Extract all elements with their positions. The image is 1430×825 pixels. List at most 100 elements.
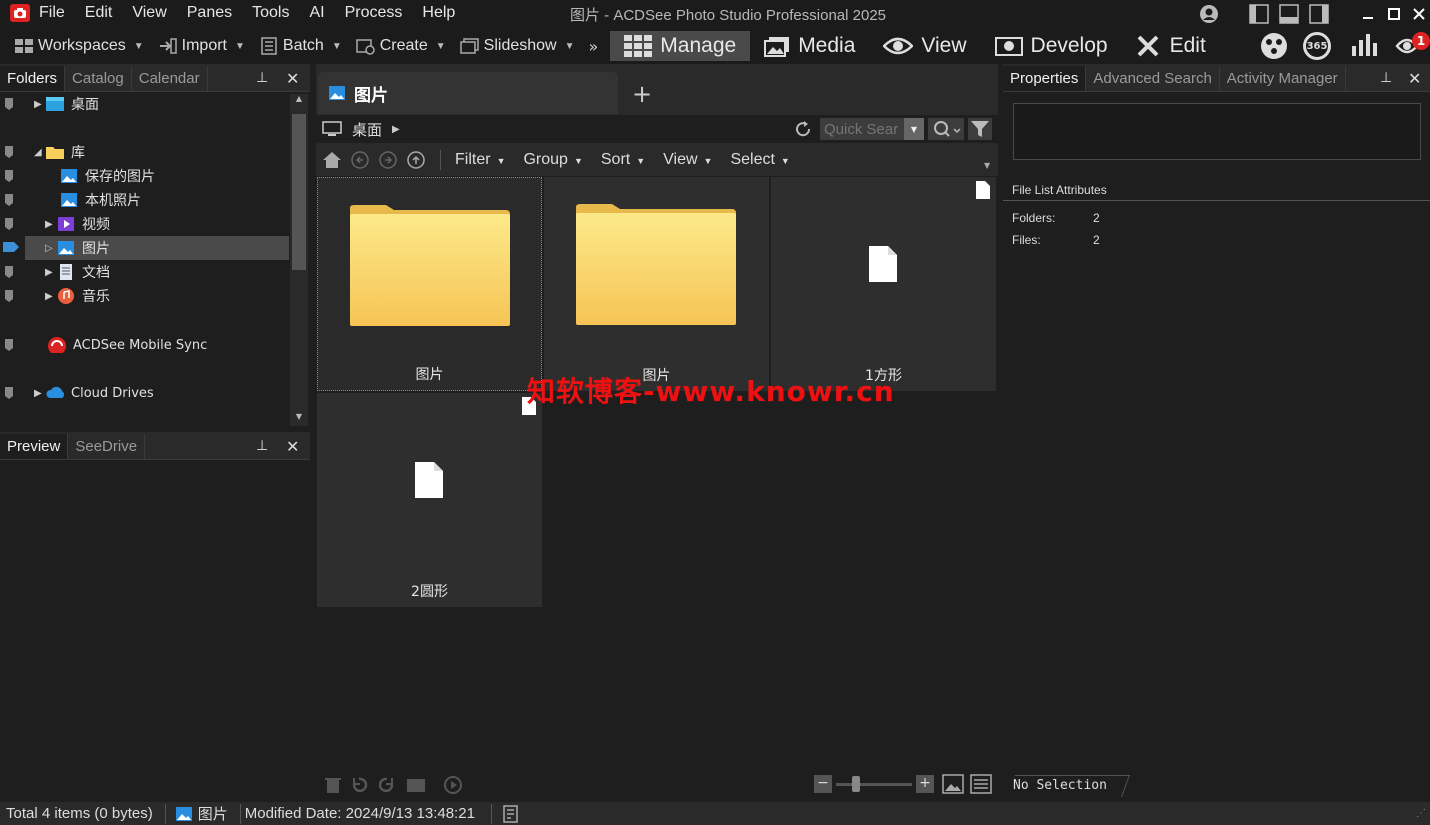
scrollbar-thumb[interactable] [292, 114, 306, 270]
no-selection-tab[interactable]: No Selection [1013, 778, 1107, 793]
menu-tools[interactable]: Tools [252, 4, 289, 22]
close-icon[interactable]: ✕ [1408, 69, 1421, 88]
zoom-slider-track[interactable] [836, 783, 912, 786]
tab-calendar[interactable]: Calendar [132, 66, 208, 91]
toolbar-overflow-icon[interactable]: ▼ [984, 161, 990, 170]
close-window-icon[interactable] [1409, 4, 1429, 24]
toolbar-overflow-icon[interactable]: » [589, 37, 599, 56]
app-logo-icon[interactable] [10, 4, 30, 22]
group-menu[interactable]: Group ▼ [523, 151, 582, 169]
pin-icon[interactable]: ⊥ [256, 70, 268, 86]
thumbnail-file[interactable]: 1方形 [771, 177, 996, 391]
expand-arrow-icon[interactable]: ▷ [45, 243, 57, 254]
mode-view[interactable]: View [869, 31, 980, 61]
tree-item-music[interactable]: ▶ 音乐 [0, 284, 290, 308]
delete-icon[interactable] [324, 776, 342, 794]
rotate-left-icon[interactable] [350, 776, 368, 794]
tree-item-mobile-sync[interactable]: ACDSee Mobile Sync [0, 333, 290, 357]
expand-arrow-icon[interactable]: ▶ [45, 291, 57, 302]
tab-advanced-search[interactable]: Advanced Search [1086, 66, 1220, 91]
layout-bottom-icon[interactable] [1279, 4, 1299, 24]
maximize-icon[interactable] [1384, 4, 1404, 24]
up-icon[interactable] [406, 150, 426, 170]
workspaces-button[interactable]: Workspaces ▼ [14, 37, 144, 55]
pin-icon[interactable]: ⊥ [1380, 70, 1392, 86]
create-button[interactable]: Create ▼ [355, 37, 446, 55]
layout-right-icon[interactable] [1309, 4, 1329, 24]
compare-icon[interactable] [406, 776, 426, 794]
zoom-in-button[interactable]: + [916, 775, 934, 793]
details-view-icon[interactable] [970, 774, 992, 794]
tab-properties[interactable]: Properties [1003, 66, 1087, 91]
search-button[interactable] [928, 118, 964, 140]
expand-arrow-icon[interactable]: ▶ [45, 267, 57, 278]
layout-left-icon[interactable] [1249, 4, 1269, 24]
notes-icon[interactable] [502, 804, 520, 823]
acdsee-365-icon[interactable]: 365 [1303, 32, 1331, 60]
collapse-arrow-icon[interactable]: ◢ [34, 147, 46, 158]
refresh-icon[interactable] [794, 120, 812, 138]
scroll-up-icon[interactable]: ▲ [290, 94, 308, 103]
tab-folders[interactable]: Folders [0, 66, 66, 91]
thumbnail-file[interactable]: 2圆形 [317, 393, 542, 607]
folders-scrollbar[interactable]: ▲ ▼ [290, 94, 308, 426]
home-icon[interactable] [322, 151, 342, 169]
zoom-out-button[interactable]: − [814, 775, 832, 793]
document-tab[interactable]: 图片 [318, 72, 618, 114]
add-tab-button[interactable]: + [632, 80, 652, 108]
scroll-down-icon[interactable]: ▼ [290, 412, 308, 421]
rotate-right-icon[interactable] [378, 776, 396, 794]
filter-menu[interactable]: Filter ▼ [455, 151, 505, 169]
mode-develop[interactable]: Develop [981, 31, 1122, 61]
menu-edit[interactable]: Edit [85, 4, 113, 22]
zoom-slider-thumb[interactable] [852, 776, 860, 792]
tree-item-library[interactable]: ◢ 库 [0, 140, 290, 164]
expand-arrow-icon[interactable]: ▶ [34, 99, 46, 110]
menu-panes[interactable]: Panes [187, 4, 232, 22]
tree-item-videos[interactable]: ▶ 视频 [0, 212, 290, 236]
tab-preview[interactable]: Preview [0, 434, 69, 459]
tab-activity-manager[interactable]: Activity Manager [1220, 66, 1346, 91]
breadcrumb-arrow-icon[interactable]: ▶ [392, 124, 400, 135]
view-menu[interactable]: View ▼ [663, 151, 712, 169]
close-icon[interactable]: ✕ [286, 69, 299, 88]
mode-edit[interactable]: Edit [1122, 31, 1220, 61]
tab-seedrive[interactable]: SeeDrive [68, 434, 146, 459]
computer-icon[interactable] [322, 121, 342, 137]
account-icon[interactable] [1199, 4, 1219, 24]
forward-icon[interactable] [378, 150, 398, 170]
menu-view[interactable]: View [132, 4, 166, 22]
mode-manage[interactable]: Manage [610, 31, 751, 61]
thumbnail-view-icon[interactable] [942, 774, 964, 794]
filter-button[interactable] [968, 118, 992, 140]
tree-item-cloud-drives[interactable]: ▶ Cloud Drives [0, 381, 290, 405]
tree-item-camera-roll[interactable]: 本机照片 [0, 188, 290, 212]
close-icon[interactable]: ✕ [286, 437, 299, 456]
select-menu[interactable]: Select ▼ [730, 151, 789, 169]
import-button[interactable]: Import ▼ [158, 37, 245, 55]
quick-search-dropdown-icon[interactable]: ▼ [904, 118, 924, 140]
tree-item-desktop[interactable]: ▶ 桌面 [0, 92, 290, 116]
thumbnail-folder[interactable]: 图片 [317, 177, 542, 391]
tree-item-saved-pictures[interactable]: 保存的图片 [0, 164, 290, 188]
menu-help[interactable]: Help [422, 4, 455, 22]
back-icon[interactable] [350, 150, 370, 170]
expand-arrow-icon[interactable]: ▶ [45, 219, 57, 230]
mode-media[interactable]: Media [750, 31, 869, 61]
slideshow-button[interactable]: Slideshow ▼ [459, 37, 575, 55]
slideshow-play-icon[interactable] [443, 775, 463, 795]
tree-item-pictures[interactable]: ▷ 图片 [25, 236, 289, 260]
menu-ai[interactable]: AI [309, 4, 324, 22]
pin-icon[interactable]: ⊥ [256, 438, 268, 454]
minimize-icon[interactable] [1358, 4, 1378, 24]
resize-grip-icon[interactable]: ⋰ [1416, 808, 1426, 819]
expand-arrow-icon[interactable]: ▶ [34, 388, 46, 399]
breadcrumb-desktop[interactable]: 桌面 [352, 119, 382, 140]
sort-menu[interactable]: Sort ▼ [601, 151, 645, 169]
batch-button[interactable]: Batch ▼ [259, 37, 342, 55]
tree-item-documents[interactable]: ▶ 文档 [0, 260, 290, 284]
menu-process[interactable]: Process [345, 4, 403, 22]
community-icon[interactable] [1260, 32, 1288, 60]
thumbnail-folder[interactable]: 图片 [544, 177, 769, 391]
dashboard-icon[interactable] [1350, 32, 1378, 58]
